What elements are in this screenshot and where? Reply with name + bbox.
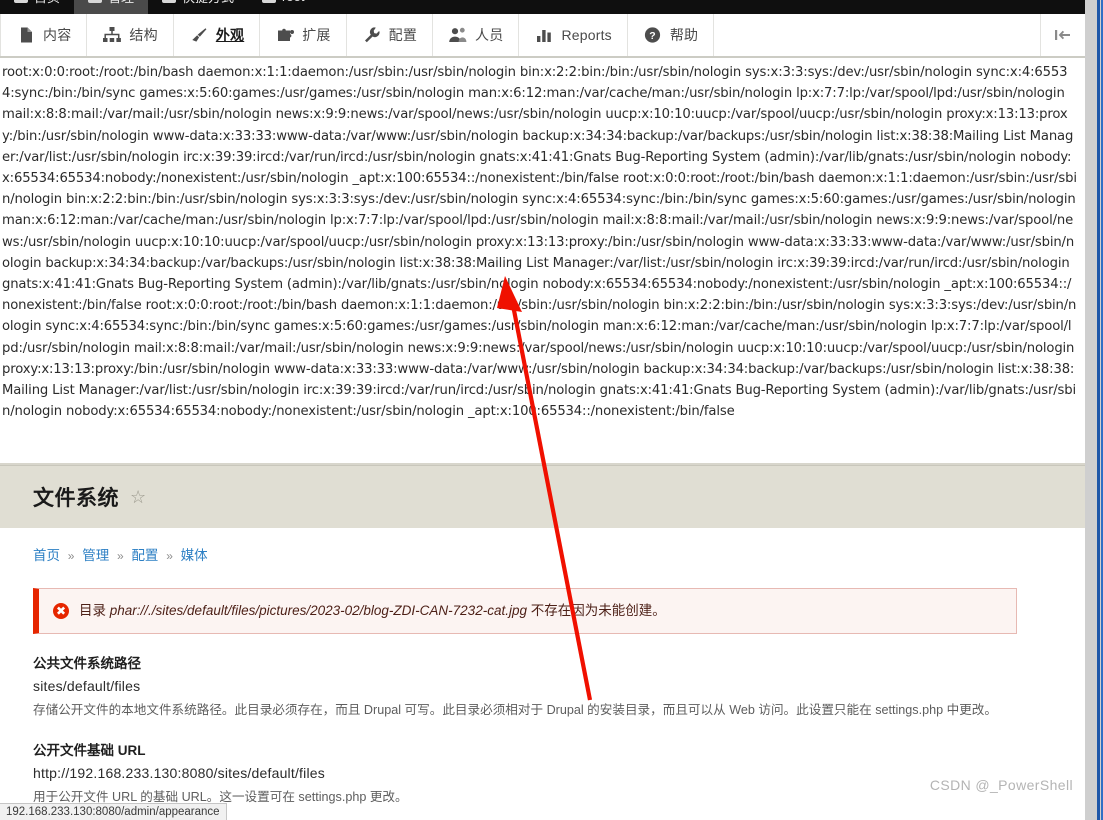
top-toolbar-item-manage[interactable]: 管理: [74, 0, 149, 14]
passwd-dump-region: root:x:0:0:root:/root:/bin/bash daemon:x…: [0, 58, 1085, 465]
passwd-dump-text: root:x:0:0:root:/root:/bin/bash daemon:x…: [2, 65, 1077, 420]
home-icon: [14, 0, 28, 3]
tab-people[interactable]: 人员: [433, 14, 520, 56]
tab-label-structure: 结构: [129, 27, 158, 43]
question-circle-icon: ?: [643, 25, 663, 45]
puzzle-icon: [275, 25, 295, 45]
collapse-left-icon: [1055, 30, 1070, 40]
csdn-watermark: CSDN @_PowerShell: [929, 777, 1073, 793]
label-public-file-base-url: 公开文件基础 URL: [33, 742, 146, 758]
breadcrumb-item-configuration[interactable]: 配置: [131, 548, 158, 563]
browser-viewport: 首页 管理 快捷方式 root 内容: [0, 0, 1103, 820]
error-path: phar://./sites/default/files/pictures/20…: [109, 603, 527, 618]
breadcrumb-separator: »: [67, 549, 75, 563]
error-prefix: 目录: [79, 603, 110, 618]
tab-strip-spacer: [714, 14, 1040, 56]
breadcrumb-separator: »: [116, 549, 124, 563]
sitemap-icon: [102, 25, 122, 45]
svg-text:?: ?: [650, 30, 656, 42]
tab-structure[interactable]: 结构: [87, 14, 174, 56]
tab-label-content: 内容: [43, 27, 72, 43]
tab-content[interactable]: 内容: [0, 14, 88, 56]
value-public-file-path: sites/default/files: [33, 678, 141, 695]
tab-label-configuration: 配置: [388, 27, 418, 43]
favorite-star-icon[interactable]: ☆: [130, 488, 146, 506]
top-toolbar-item-home[interactable]: 首页: [0, 0, 74, 14]
tab-extend[interactable]: 扩展: [260, 14, 347, 56]
top-toolbar-item-user[interactable]: root: [248, 0, 318, 14]
top-toolbar-label-shortcuts: 快捷方式: [182, 0, 234, 6]
collapse-toolbar-button[interactable]: [1040, 14, 1085, 56]
form-item-public-file-base-url: 公开文件基础 URL http://192.168.233.130:8080/s…: [33, 739, 1052, 808]
drupal-top-toolbar: 首页 管理 快捷方式 root: [0, 0, 1085, 14]
bar-chart-icon: [534, 25, 554, 45]
error-suffix: 不存在因为未能创建。: [526, 603, 666, 618]
description-public-file-path: 存储公开文件的本地文件系统路径。此目录必须存在，而且 Drupal 可写。此目录…: [33, 703, 997, 718]
people-icon: [448, 25, 468, 45]
error-icon: ✖: [53, 603, 69, 619]
menu-icon: [88, 0, 103, 3]
top-toolbar-label-user: root: [282, 0, 304, 4]
page-heading-band: 文件系统 ☆: [0, 465, 1085, 528]
tab-label-extend: 扩展: [302, 27, 331, 43]
breadcrumb-item-media[interactable]: 媒体: [181, 548, 208, 563]
tab-reports[interactable]: Reports: [519, 14, 628, 56]
status-bar-url: 192.168.233.130:8080/admin/appearance: [0, 803, 227, 820]
form-item-public-file-path: 公共文件系统路径 sites/default/files 存储公开文件的本地文件…: [33, 652, 1052, 721]
label-public-file-path: 公共文件系统路径: [33, 656, 141, 672]
top-toolbar-label-home: 首页: [34, 0, 60, 6]
value-public-file-base-url: http://192.168.233.130:8080/sites/defaul…: [33, 764, 325, 781]
tab-appearance[interactable]: 外观: [173, 14, 261, 56]
error-message-text: 目录 phar://./sites/default/files/pictures…: [79, 602, 666, 620]
top-toolbar-item-shortcuts[interactable]: 快捷方式: [148, 0, 248, 14]
tab-help[interactable]: ? 帮助: [627, 14, 715, 56]
main-content: 首页 » 管理 » 配置 » 媒体 ✖ 目录 phar://./sites/de…: [0, 528, 1085, 820]
tab-label-people: 人员: [475, 27, 504, 43]
window-right-accent-line: [1097, 0, 1100, 820]
top-toolbar-label-manage: 管理: [108, 0, 134, 6]
tab-label-appearance: 外观: [215, 27, 245, 43]
page-title: 文件系统: [33, 487, 119, 510]
paintbrush-icon: [189, 25, 209, 45]
wrench-icon: [362, 25, 382, 45]
user-icon: [262, 0, 277, 3]
tab-label-reports: Reports: [561, 27, 612, 43]
star-icon: [162, 0, 177, 3]
top-toolbar-items: 首页 管理 快捷方式 root: [0, 0, 318, 14]
error-message: ✖ 目录 phar://./sites/default/files/pictur…: [33, 588, 1017, 635]
breadcrumb: 首页 » 管理 » 配置 » 媒体: [33, 528, 1052, 564]
breadcrumb-item-manage[interactable]: 管理: [82, 548, 109, 563]
breadcrumb-separator: »: [166, 549, 173, 563]
breadcrumb-item-home[interactable]: 首页: [33, 548, 60, 563]
tab-label-help: 帮助: [669, 27, 699, 43]
admin-tab-strip: 内容 结构 外观 扩展 配置 人员 Reports ? 帮助: [0, 14, 1085, 58]
tab-configuration[interactable]: 配置: [346, 14, 434, 56]
file-icon: [16, 25, 36, 45]
